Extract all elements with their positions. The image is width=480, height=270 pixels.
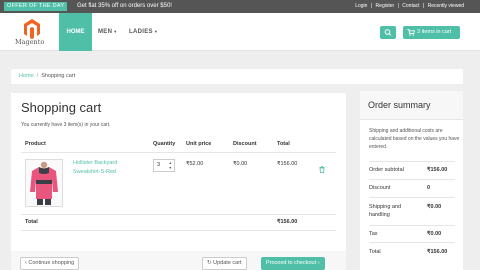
- breadcrumb-home[interactable]: Home: [19, 73, 34, 79]
- summary-divider: [369, 197, 455, 198]
- nav-men-label: MEN: [98, 29, 113, 35]
- summary-divider: [369, 242, 455, 243]
- continue-shopping-button[interactable]: ‹ Continue shopping: [20, 257, 80, 270]
- summary-divider: [369, 179, 455, 180]
- breadcrumb: Home / Shopping cart: [11, 69, 463, 84]
- chevron-down-icon: ▼: [113, 29, 118, 34]
- summary-value: ₹156.00: [427, 249, 448, 255]
- cart-panel: Shopping cart You currently have 3 item(…: [11, 93, 346, 270]
- summary-label: Shipping and handling: [369, 204, 402, 218]
- order-summary-title: Order summary: [360, 91, 463, 120]
- summary-label: Total: [369, 249, 381, 255]
- login-link[interactable]: Login: [355, 3, 367, 9]
- chevron-right-icon: ›: [317, 260, 320, 266]
- summary-label: Discount: [369, 185, 391, 191]
- summary-value: ₹0.00: [427, 204, 442, 210]
- main-navbar: Magento HOME MEN▼ LADIES▼ 3 items in car…: [0, 13, 480, 51]
- table-divider: [21, 214, 336, 215]
- top-bar: OFFER OF THE DAY Get flat 35% off on ord…: [0, 0, 480, 13]
- unit-price: ₹52.00: [186, 161, 204, 167]
- product-image[interactable]: [25, 159, 63, 207]
- search-button[interactable]: [380, 26, 396, 39]
- top-link-separator: |: [397, 3, 399, 9]
- table-footer-label: Total: [25, 219, 38, 225]
- update-cart-label: Update cart: [213, 260, 242, 266]
- checkout-label: Proceed to checkout: [266, 260, 317, 266]
- cart-actions: ‹ Continue shopping ↻ Update cart Procee…: [11, 251, 346, 270]
- order-summary-note: Shipping and additional costs are calcul…: [369, 128, 460, 150]
- recently-viewed-link[interactable]: Recently viewed: [428, 3, 464, 9]
- shopping-cart-icon: [407, 29, 415, 36]
- register-link[interactable]: Register: [376, 3, 395, 9]
- sweatshirt-image: [30, 161, 58, 205]
- quantity-value: 3: [157, 162, 161, 168]
- table-divider: [21, 152, 336, 153]
- top-link-separator: |: [370, 3, 373, 9]
- proceed-to-checkout-button[interactable]: Proceed to checkout ›: [261, 257, 325, 270]
- cart-button[interactable]: 3 items in cart: [403, 26, 460, 39]
- quantity-stepper[interactable]: 3 ▲ ▼: [153, 159, 175, 172]
- column-header-unit-price: Unit price: [186, 141, 212, 147]
- contact-link[interactable]: Contact: [402, 3, 419, 9]
- order-summary-panel: Order summary Shipping and additional co…: [360, 91, 463, 270]
- row-total: ₹156.00: [277, 161, 298, 167]
- chevron-down-icon: ▼: [153, 29, 159, 34]
- offer-badge[interactable]: OFFER OF THE DAY: [4, 2, 68, 11]
- column-header-product: Product: [25, 141, 46, 147]
- breadcrumb-current: Shopping cart: [41, 73, 76, 79]
- table-footer-total: ₹156.00: [277, 219, 298, 225]
- nav-ladies-label: LADIES: [129, 29, 153, 35]
- product-name-link[interactable]: Hollister Backyard Sweatshirt-S-Red: [73, 159, 131, 177]
- summary-value: ₹0.00: [427, 231, 442, 237]
- cart-button-label: 3 items in cart: [417, 29, 452, 35]
- update-cart-button[interactable]: ↻ Update cart: [202, 257, 247, 270]
- table-divider: [21, 230, 336, 231]
- nav-men[interactable]: MEN▼: [98, 13, 118, 51]
- trash-icon: [319, 166, 325, 173]
- summary-value: 0: [427, 185, 431, 191]
- column-header-total: Total: [277, 141, 290, 147]
- logo-text: Magento: [15, 38, 45, 46]
- summary-label: Tax: [369, 231, 378, 237]
- discount: ₹0.00: [233, 161, 248, 167]
- top-links: Login | Register | Contact | Recently vi…: [353, 2, 464, 11]
- summary-value: ₹156.00: [427, 167, 448, 173]
- cart-subtitle: You currently have 3 item(s) in your car…: [21, 122, 111, 128]
- breadcrumb-separator: /: [36, 73, 39, 79]
- summary-divider: [369, 161, 455, 162]
- column-header-quantity: Quantity: [153, 141, 176, 147]
- summary-label: Order subtotal: [369, 167, 404, 173]
- summary-divider: [369, 225, 455, 226]
- search-icon: [384, 29, 392, 36]
- offer-text: Get flat 35% off on orders over $50!: [77, 3, 172, 9]
- magento-logo[interactable]: Magento: [14, 18, 50, 46]
- continue-shopping-label: Continue shopping: [28, 260, 75, 266]
- top-link-separator: |: [422, 3, 425, 9]
- page-title: Shopping cart: [21, 100, 102, 115]
- stepper-arrows-icon[interactable]: ▲ ▼: [169, 161, 172, 170]
- nav-home[interactable]: HOME: [59, 13, 92, 51]
- column-header-discount: Discount: [233, 141, 257, 147]
- refresh-icon: ↻: [207, 260, 212, 266]
- chevron-left-icon: ‹: [25, 260, 27, 266]
- remove-item-button[interactable]: [319, 160, 325, 178]
- nav-ladies[interactable]: LADIES▼: [129, 13, 158, 51]
